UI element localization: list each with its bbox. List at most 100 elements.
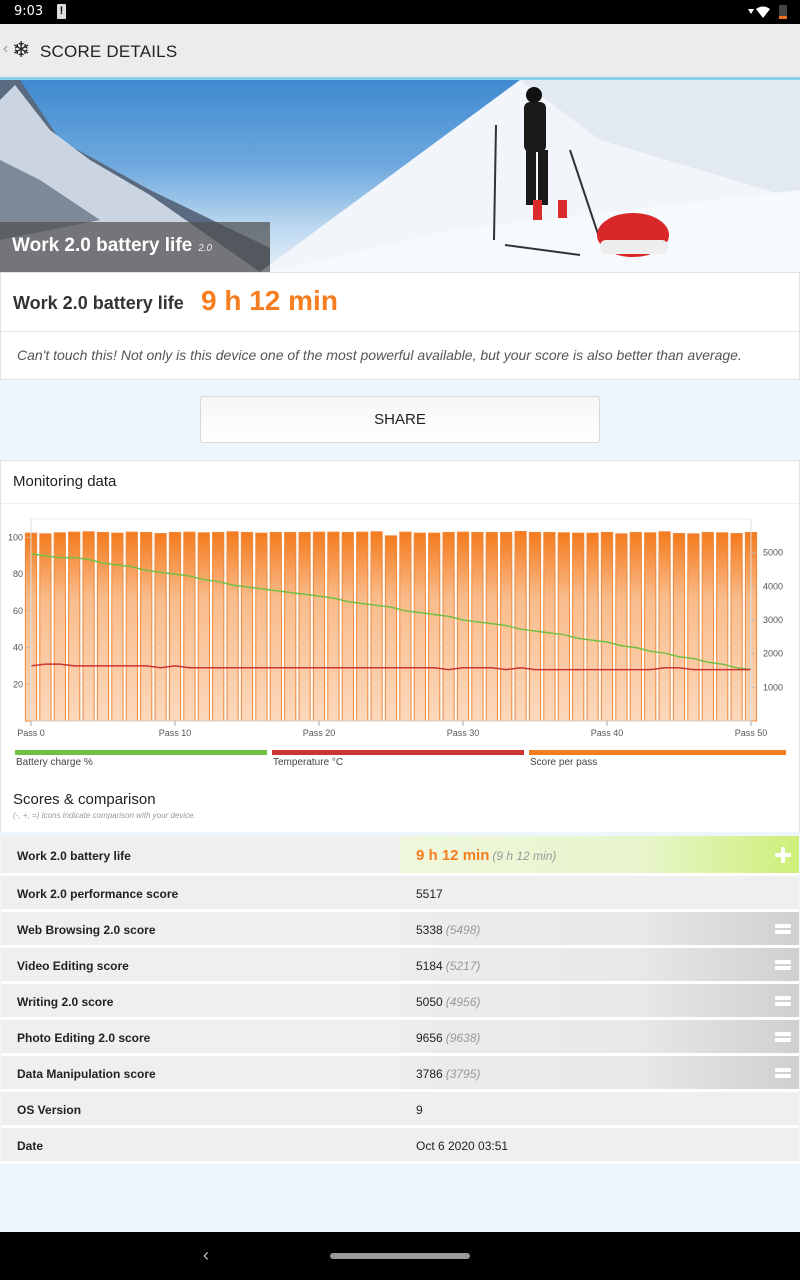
hero-title: Work 2.0 battery life 2.0 <box>12 235 212 257</box>
legend-swatch-score <box>529 750 786 755</box>
row-name: Data Manipulation score <box>17 1067 156 1081</box>
score-bar <box>53 532 66 722</box>
score-bar <box>399 531 412 722</box>
table-row[interactable]: Data Manipulation score 3786 (3795) <box>1 1056 799 1092</box>
score-bar <box>154 532 167 722</box>
wifi-icon <box>756 6 770 18</box>
y-left-tick-label: 100 <box>8 532 23 542</box>
row-value-text: 5338 <box>416 923 443 937</box>
app-bar: ‹ ❄ SCORE DETAILS <box>0 24 800 80</box>
score-bar <box>111 532 124 722</box>
score-bar <box>543 531 556 722</box>
row-value-text: 5050 <box>416 995 443 1009</box>
scores-title: Scores & comparison <box>13 791 156 808</box>
table-row[interactable]: Photo Editing 2.0 score 9656 (9638) <box>1 1020 799 1056</box>
legend-temperature: Temperature °C <box>272 750 524 770</box>
alert-icon: ! <box>57 4 66 19</box>
row-value-cell: 9656 (9638) <box>400 1020 799 1053</box>
share-button[interactable]: SHARE <box>200 396 600 443</box>
scores-table: Work 2.0 battery life 9 h 12 min (9 h 12 … <box>1 836 799 1164</box>
row-name: Web Browsing 2.0 score <box>17 923 156 937</box>
row-value: 5050 (4956) <box>416 995 480 1009</box>
hero-version: 2.0 <box>198 243 213 254</box>
score-bar <box>442 531 455 722</box>
x-tick-label: Pass 20 <box>303 728 336 738</box>
score-bar <box>39 533 52 722</box>
x-tick-label: Pass 50 <box>735 728 768 738</box>
battery-icon <box>779 5 787 19</box>
equals-icon <box>775 958 791 972</box>
nav-back-icon[interactable]: ‹ <box>203 1245 209 1266</box>
legend-label-temperature: Temperature °C <box>273 757 344 768</box>
score-bar <box>284 531 297 722</box>
row-name: Work 2.0 performance score <box>17 887 179 901</box>
equals-icon <box>775 994 791 1008</box>
row-value-cell: 3786 (3795) <box>400 1056 799 1089</box>
score-bar <box>183 531 196 722</box>
monitoring-title: Monitoring data <box>13 473 117 490</box>
y-right-tick-label: 3000 <box>763 615 783 625</box>
result-label: Work 2.0 battery life <box>13 293 184 313</box>
score-bar <box>384 535 398 722</box>
page-title: SCORE DETAILS <box>40 42 178 61</box>
divider <box>1 331 799 332</box>
row-name: Photo Editing 2.0 score <box>17 1031 151 1045</box>
monitoring-chart: 20 40 60 80 100 1000 2000 3000 4000 5000 Pass 0 Pas… <box>8 518 783 738</box>
score-bar <box>586 532 599 722</box>
back-icon[interactable]: ‹ <box>3 40 8 58</box>
legend-swatch-battery <box>15 750 267 755</box>
y-right-tick-label: 1000 <box>763 682 783 692</box>
y-left-tick-label: 60 <box>13 606 23 616</box>
score-bar <box>96 531 110 722</box>
score-bar <box>701 531 714 722</box>
table-row[interactable]: Writing 2.0 score 5050 (4956) <box>1 984 799 1020</box>
score-bar <box>125 531 138 722</box>
table-row[interactable]: Work 2.0 performance score 5517 <box>1 876 799 912</box>
score-bar <box>456 531 470 722</box>
navigation-bar: ‹ <box>0 1232 800 1280</box>
score-bar <box>269 531 282 722</box>
result-description: Can't touch this! Not only is this devic… <box>17 347 742 363</box>
row-reference: (5217) <box>445 959 481 973</box>
legend-score: Score per pass <box>529 750 786 770</box>
home-pill[interactable] <box>330 1253 470 1259</box>
y-left-tick-label: 20 <box>13 679 23 689</box>
row-value-text: 5184 <box>416 959 443 973</box>
row-name: Date <box>17 1139 44 1153</box>
score-bar <box>485 531 498 722</box>
row-reference: (9638) <box>445 1031 481 1045</box>
table-row[interactable]: OS Version 9 <box>1 1092 799 1128</box>
score-bar <box>168 531 182 722</box>
table-row[interactable]: Work 2.0 battery life 9 h 12 min (9 h 12 … <box>1 836 799 876</box>
table-row[interactable]: Date Oct 6 2020 03:51 <box>1 1128 799 1164</box>
row-name: OS Version <box>17 1103 82 1117</box>
score-bar <box>197 532 210 722</box>
row-value-cell: 5517 <box>400 876 799 909</box>
score-bar <box>212 531 225 722</box>
row-reference: (9 h 12 min) <box>492 849 557 863</box>
table-row[interactable]: Video Editing score 5184 (5217) <box>1 948 799 984</box>
legend-battery: Battery charge % <box>15 750 267 770</box>
score-bar <box>68 531 81 722</box>
score-bar <box>413 532 426 722</box>
row-value-text: 3786 <box>416 1067 443 1081</box>
x-tick-label: Pass 40 <box>591 728 624 738</box>
row-name: Writing 2.0 score <box>17 995 114 1009</box>
row-value-cell: 5184 (5217) <box>400 948 799 981</box>
score-bar <box>312 531 326 722</box>
row-value: 9 h 12 min (9 h 12 min) <box>416 847 556 864</box>
score-bar <box>370 531 383 722</box>
score-bar <box>327 531 340 722</box>
score-bar <box>716 532 729 722</box>
table-row[interactable]: Web Browsing 2.0 score 5338 (5498) <box>1 912 799 948</box>
y-right-tick-label: 5000 <box>763 548 783 558</box>
row-value-text: 9656 <box>416 1031 443 1045</box>
monitoring-card: Monitoring data 20 40 60 80 100 1000 2000 3000 4… <box>0 460 800 832</box>
score-bar <box>341 531 354 722</box>
status-bar: 9:03 ! <box>0 0 800 24</box>
score-bar <box>687 533 700 722</box>
row-value-cell: Oct 6 2020 03:51 <box>400 1128 799 1161</box>
row-value-cell: 9 h 12 min (9 h 12 min) <box>400 836 799 873</box>
score-bar <box>514 530 527 722</box>
legend-swatch-temperature <box>272 750 524 755</box>
